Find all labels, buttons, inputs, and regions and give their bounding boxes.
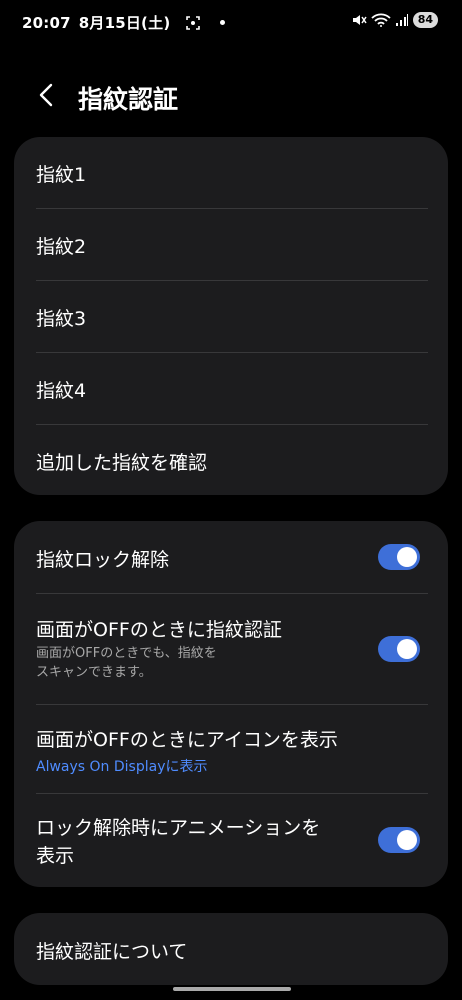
fingerprint-unlock-toggle[interactable] (378, 544, 420, 570)
fingerprint-unlock-row[interactable]: 指紋ロック解除 (36, 545, 428, 572)
page-title: 指紋認証 (78, 85, 179, 114)
toggle-knob (397, 639, 417, 659)
fingerprint-unlock-label: 指紋ロック解除 (36, 549, 170, 571)
screen-off-auth-row[interactable]: 画面がOFFのときに指紋認証 画面がOFFのときでも、指紋を スキャンできます。 (36, 615, 358, 682)
navigation-handle[interactable] (173, 987, 291, 991)
unlock-animation-label-1: ロック解除時にアニメーションを (36, 817, 321, 839)
unlock-animation-row[interactable]: ロック解除時にアニメーションを 表示 (36, 814, 358, 870)
fingerprint-item-label: 指紋1 (36, 164, 87, 186)
about-fingerprint-row[interactable]: 指紋認証について (36, 937, 428, 964)
screen-off-auth-label: 画面がOFFのときに指紋認証 (36, 619, 282, 641)
screen-off-auth-desc-2: スキャンできます。 (36, 665, 152, 680)
notification-dot-icon (220, 20, 226, 25)
divider (36, 593, 428, 594)
screen-off-auth-toggle[interactable] (378, 636, 420, 662)
always-on-display-link[interactable]: Always On Displayに表示 (36, 756, 428, 776)
divider (36, 424, 428, 425)
about-card[interactable]: 指紋認証について (14, 913, 448, 985)
settings-card: 指紋ロック解除 画面がOFFのときに指紋認証 画面がOFFのときでも、指紋を ス… (14, 521, 448, 887)
screen-off-icon-label: 画面がOFFのときにアイコンを表示 (36, 729, 338, 751)
fingerprint-item-3[interactable]: 指紋3 (36, 304, 428, 331)
unlock-animation-label-2: 表示 (36, 845, 75, 867)
fingerprint-item-label: 指紋4 (36, 380, 87, 402)
wifi-icon (371, 13, 391, 27)
screen-off-icon-row[interactable]: 画面がOFFのときにアイコンを表示 Always On Displayに表示 (36, 725, 428, 776)
fingerprints-card: 指紋1 指紋2 指紋3 指紋4 追加した指紋を確認 (14, 137, 448, 495)
battery-icon: 84 (412, 12, 438, 28)
screen-off-auth-desc-1: 画面がOFFのときでも、指紋を (36, 646, 217, 661)
status-time: 20:07 (22, 13, 71, 32)
fingerprint-item-1[interactable]: 指紋1 (36, 160, 428, 187)
toggle-knob (397, 547, 417, 567)
status-date: 8月15日(土) (78, 14, 171, 32)
signal-icon (395, 14, 408, 26)
status-bar-right: 84 (351, 12, 438, 28)
fingerprint-item-label: 指紋2 (36, 236, 87, 258)
divider (36, 704, 428, 705)
chevron-left-icon[interactable] (32, 80, 62, 110)
status-bar-left: 20:07 8月15日(土) (22, 12, 226, 33)
app-header: 指紋認証 (0, 70, 462, 124)
fingerprint-item-2[interactable]: 指紋2 (36, 232, 428, 259)
mute-icon (352, 15, 367, 25)
divider (36, 280, 428, 281)
check-added-fingerprints[interactable]: 追加した指紋を確認 (36, 448, 428, 475)
divider (36, 352, 428, 353)
about-fingerprint-label: 指紋認証について (36, 941, 188, 963)
toggle-knob (397, 830, 417, 850)
divider (36, 208, 428, 209)
screenshot-icon (186, 15, 201, 30)
status-bar: 20:07 8月15日(土) 84 (0, 0, 462, 44)
fingerprint-item-4[interactable]: 指紋4 (36, 376, 428, 403)
divider (36, 793, 428, 794)
unlock-animation-toggle[interactable] (378, 827, 420, 853)
check-added-fingerprints-label: 追加した指紋を確認 (36, 452, 208, 474)
fingerprint-item-label: 指紋3 (36, 308, 87, 330)
